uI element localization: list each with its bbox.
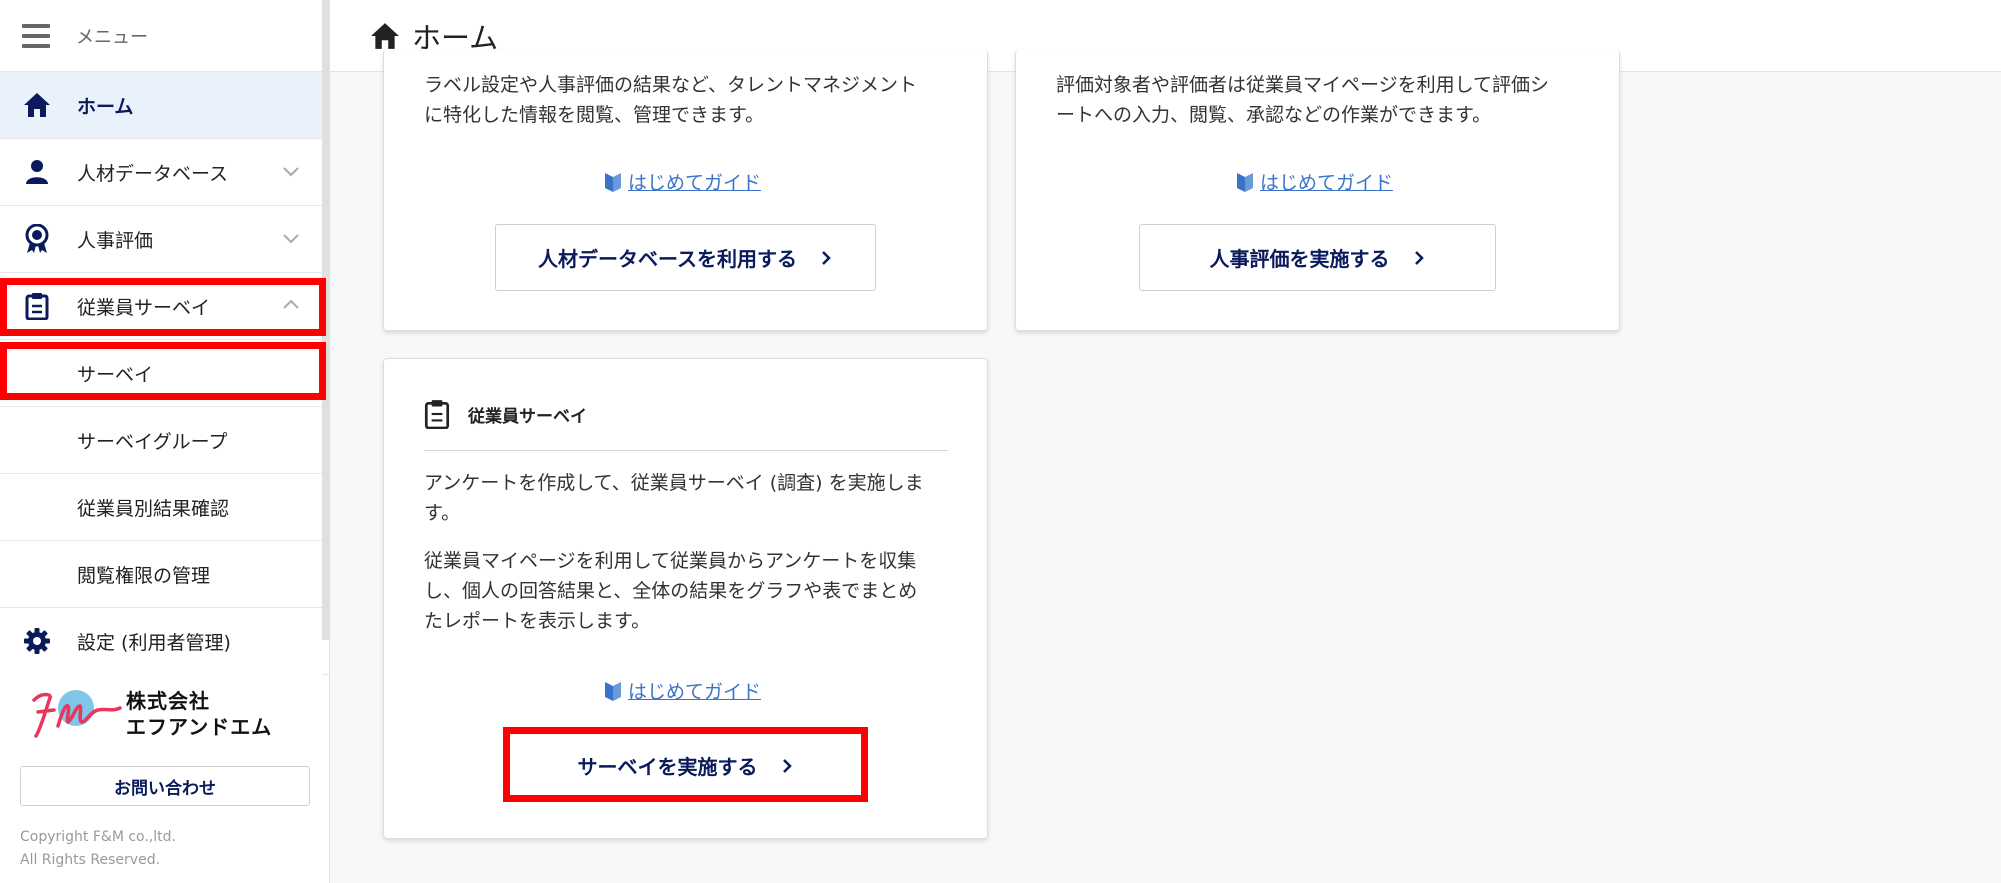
card-description-line: し、個人の回答結果と、全体の結果をグラフや表でまとめ xyxy=(424,580,918,602)
sidebar-item-label: 従業員別結果確認 xyxy=(77,497,230,520)
clipboard-icon xyxy=(22,291,52,321)
company-name: 株式会社 エフアンドエム xyxy=(126,688,272,740)
sidebar-item-label: 人事評価 xyxy=(77,229,154,252)
contact-button[interactable]: お問い合わせ xyxy=(20,766,310,806)
copyright-line2: All Rights Reserved. xyxy=(20,852,161,868)
card-title: 従業員サーベイ xyxy=(424,399,587,429)
menu-label: メニュー xyxy=(76,26,148,48)
hamburger-icon[interactable] xyxy=(22,23,50,48)
person-icon xyxy=(22,157,52,187)
footer-area: 株式会社 エフアンドエム お問い合わせ Copyright F&M co.,lt… xyxy=(0,660,322,883)
sidebar-item-employee-survey[interactable]: 従業員サーベイ xyxy=(0,273,329,340)
beginner-guide-link[interactable]: はじめてガイド xyxy=(1236,168,1393,195)
conduct-survey-button[interactable]: サーベイを実施する xyxy=(507,732,864,799)
sidebar-item-label: 人材データベース xyxy=(77,162,229,185)
guide-link-text[interactable]: はじめてガイド xyxy=(628,677,761,704)
sidebar-item-label: 設定 (利用者管理) xyxy=(77,631,231,654)
button-label: 人材データベースを利用する xyxy=(538,247,797,271)
guide-link-text[interactable]: はじめてガイド xyxy=(628,168,761,195)
sidebar-item-label: サーベイグループ xyxy=(77,430,228,453)
talent-database-card: ラベル設定や人事評価の結果など、タレントマネジメント に特化した情報を閲覧、管理… xyxy=(383,50,988,331)
beginner-mark-icon xyxy=(1237,172,1253,192)
clipboard-icon xyxy=(424,400,450,429)
card-description-line: たレポートを表示します。 xyxy=(424,610,651,632)
sidebar: メニュー ホーム 人材データベース 人事評価 従業員サーベイ サーベイ サーベイ… xyxy=(0,0,330,883)
chevron-up-icon[interactable] xyxy=(281,295,301,315)
copyright-line1: Copyright F&M co.,ltd. xyxy=(20,829,176,845)
beginner-guide-link[interactable]: はじめてガイド xyxy=(604,677,761,704)
employee-survey-card: 従業員サーベイ アンケートを作成して、従業員サーベイ (調査) を実施しま す。… xyxy=(383,358,988,839)
copyright: Copyright F&M co.,ltd. All Rights Reserv… xyxy=(20,826,176,872)
sidebar-scrollbar[interactable] xyxy=(322,0,330,640)
sidebar-item-evaluation[interactable]: 人事評価 xyxy=(0,206,329,273)
beginner-guide-link[interactable]: はじめてガイド xyxy=(604,168,761,195)
sidebar-item-label: 従業員サーベイ xyxy=(77,296,211,319)
button-label: サーベイを実施する xyxy=(577,755,758,779)
chevron-right-icon xyxy=(822,250,831,265)
chevron-down-icon[interactable] xyxy=(281,228,301,248)
card-description-line: ラベル設定や人事評価の結果など、タレントマネジメント xyxy=(424,74,918,96)
card-description-line: アンケートを作成して、従業員サーベイ (調査) を実施しま xyxy=(424,472,924,494)
evaluation-card: 評価対象者や評価者は従業員マイページを利用して評価シ ートへの入力、閲覧、承認な… xyxy=(1015,50,1620,331)
card-title-text: 従業員サーベイ xyxy=(468,406,587,427)
sidebar-item-label: 閲覧権限の管理 xyxy=(77,564,211,587)
company-name-line1: 株式会社 xyxy=(126,689,210,713)
sidebar-item-view-permissions[interactable]: 閲覧権限の管理 xyxy=(0,541,329,608)
card-description: 評価対象者や評価者は従業員マイページを利用して評価シ ートへの入力、閲覧、承認な… xyxy=(1056,70,1549,130)
chevron-right-icon xyxy=(782,758,792,773)
use-talent-database-button[interactable]: 人材データベースを利用する xyxy=(495,224,876,291)
card-description-line: に特化した情報を閲覧、管理できます。 xyxy=(424,104,765,126)
sidebar-item-label: ホーム xyxy=(77,95,134,118)
gear-icon xyxy=(22,626,52,656)
card-description-line: 従業員マイページを利用して従業員からアンケートを収集 xyxy=(424,550,917,572)
home-icon xyxy=(371,22,399,49)
conduct-evaluation-button[interactable]: 人事評価を実施する xyxy=(1139,224,1496,291)
card-description: アンケートを作成して、従業員サーベイ (調査) を実施しま す。 xyxy=(424,468,924,528)
sidebar-item-talent-database[interactable]: 人材データベース xyxy=(0,139,329,206)
sidebar-item-results-by-employee[interactable]: 従業員別結果確認 xyxy=(0,474,329,541)
guide-link-text[interactable]: はじめてガイド xyxy=(1260,168,1393,195)
award-icon xyxy=(22,224,52,254)
beginner-mark-icon xyxy=(605,681,621,701)
home-icon xyxy=(22,90,52,120)
chevron-right-icon xyxy=(1414,250,1424,265)
card-description-line: す。 xyxy=(424,502,461,524)
sidebar-item-label: サーベイ xyxy=(77,363,154,386)
beginner-mark-icon xyxy=(605,172,621,192)
sidebar-item-survey-group[interactable]: サーベイグループ xyxy=(0,407,329,474)
card-description-line: 評価対象者や評価者は従業員マイページを利用して評価シ xyxy=(1056,74,1550,96)
sidebar-item-survey[interactable]: サーベイ xyxy=(0,340,329,407)
card-description: 従業員マイページを利用して従業員からアンケートを収集 し、個人の回答結果と、全体… xyxy=(424,546,917,636)
chevron-down-icon[interactable] xyxy=(281,161,301,181)
company-logo xyxy=(28,682,124,746)
button-label: 人事評価を実施する xyxy=(1209,247,1390,271)
card-description-line: ートへの入力、閲覧、承認などの作業ができます。 xyxy=(1056,104,1492,126)
card-description: ラベル設定や人事評価の結果など、タレントマネジメント に特化した情報を閲覧、管理… xyxy=(424,70,917,130)
sidebar-item-home[interactable]: ホーム xyxy=(0,72,329,139)
company-name-line2: エフアンドエム xyxy=(126,715,273,739)
card-divider xyxy=(424,450,948,451)
menu-toggle[interactable]: メニュー xyxy=(0,0,329,72)
